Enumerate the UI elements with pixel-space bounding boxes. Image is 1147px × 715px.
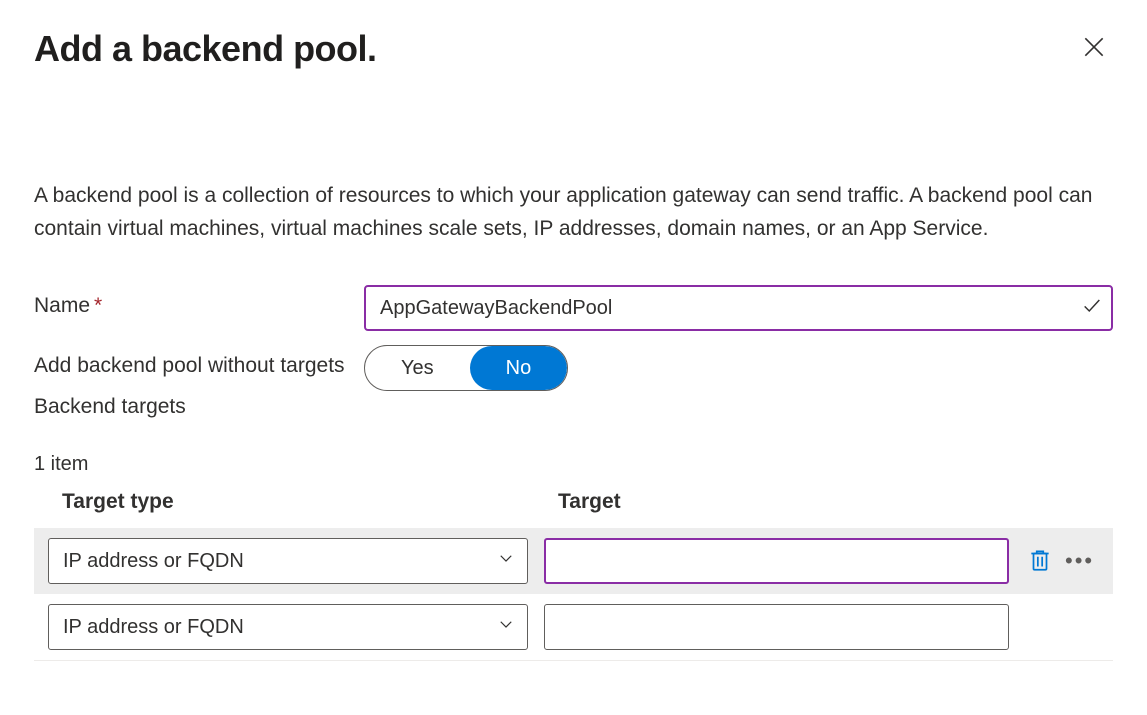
- toggle-yes-option[interactable]: Yes: [365, 346, 470, 390]
- toggle-no-option[interactable]: No: [470, 346, 568, 390]
- required-asterisk: *: [94, 294, 102, 317]
- target-value-input[interactable]: [544, 604, 1009, 650]
- without-targets-toggle[interactable]: Yes No: [364, 345, 568, 391]
- close-button[interactable]: [1075, 28, 1113, 69]
- target-row: IP address or FQDN: [34, 528, 1113, 594]
- target-row: IP address or FQDN: [34, 594, 1113, 660]
- column-header-target: Target: [558, 490, 1113, 514]
- checkmark-icon: [1081, 295, 1103, 322]
- row-more-button[interactable]: •••: [1063, 548, 1096, 574]
- page-title: Add a backend pool.: [34, 28, 377, 70]
- item-count: 1 item: [34, 453, 1113, 476]
- without-targets-label: Add backend pool without targets: [34, 345, 364, 381]
- backend-targets-label: Backend targets: [34, 395, 1113, 419]
- target-type-select[interactable]: IP address or FQDN: [48, 538, 528, 584]
- target-type-select[interactable]: IP address or FQDN: [48, 604, 528, 650]
- column-header-type: Target type: [62, 490, 558, 514]
- target-value-input[interactable]: [544, 538, 1009, 584]
- name-label: Name*: [34, 285, 364, 321]
- description-text: A backend pool is a collection of resour…: [34, 180, 1094, 245]
- trash-icon: [1027, 561, 1053, 576]
- name-input[interactable]: [364, 285, 1113, 331]
- chevron-down-icon: [497, 615, 515, 639]
- ellipsis-icon: •••: [1065, 548, 1094, 573]
- close-icon: [1081, 48, 1107, 63]
- chevron-down-icon: [497, 549, 515, 573]
- delete-row-button[interactable]: [1025, 545, 1055, 578]
